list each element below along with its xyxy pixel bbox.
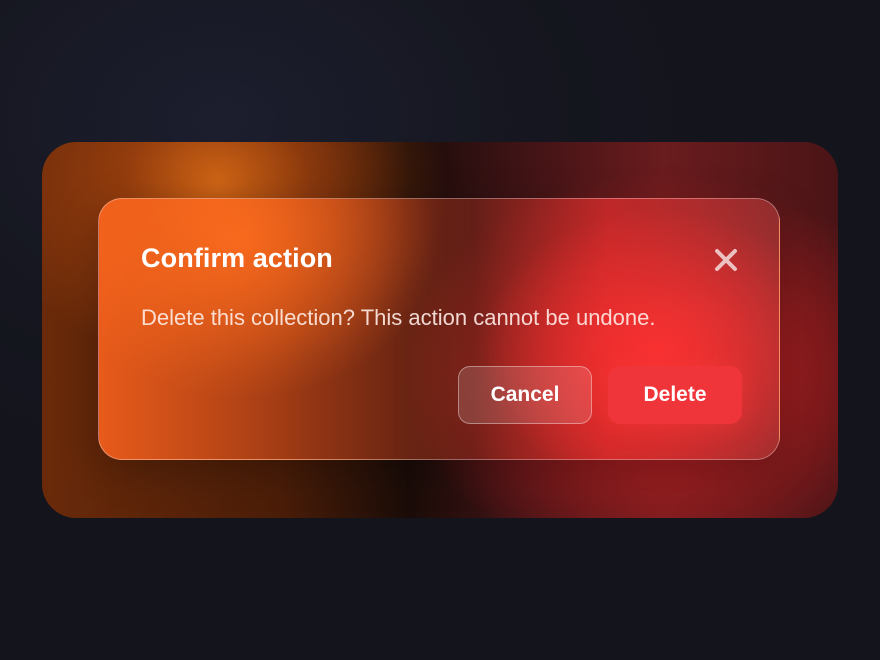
dialog-title: Confirm action bbox=[141, 243, 333, 273]
cancel-button[interactable]: Cancel bbox=[458, 366, 592, 424]
confirm-dialog: Confirm action Delete this collection? T… bbox=[98, 198, 780, 460]
delete-button[interactable]: Delete bbox=[608, 366, 742, 424]
close-button[interactable] bbox=[709, 243, 743, 277]
close-icon bbox=[715, 249, 737, 271]
dialog-message: Delete this collection? This action cann… bbox=[141, 305, 656, 330]
